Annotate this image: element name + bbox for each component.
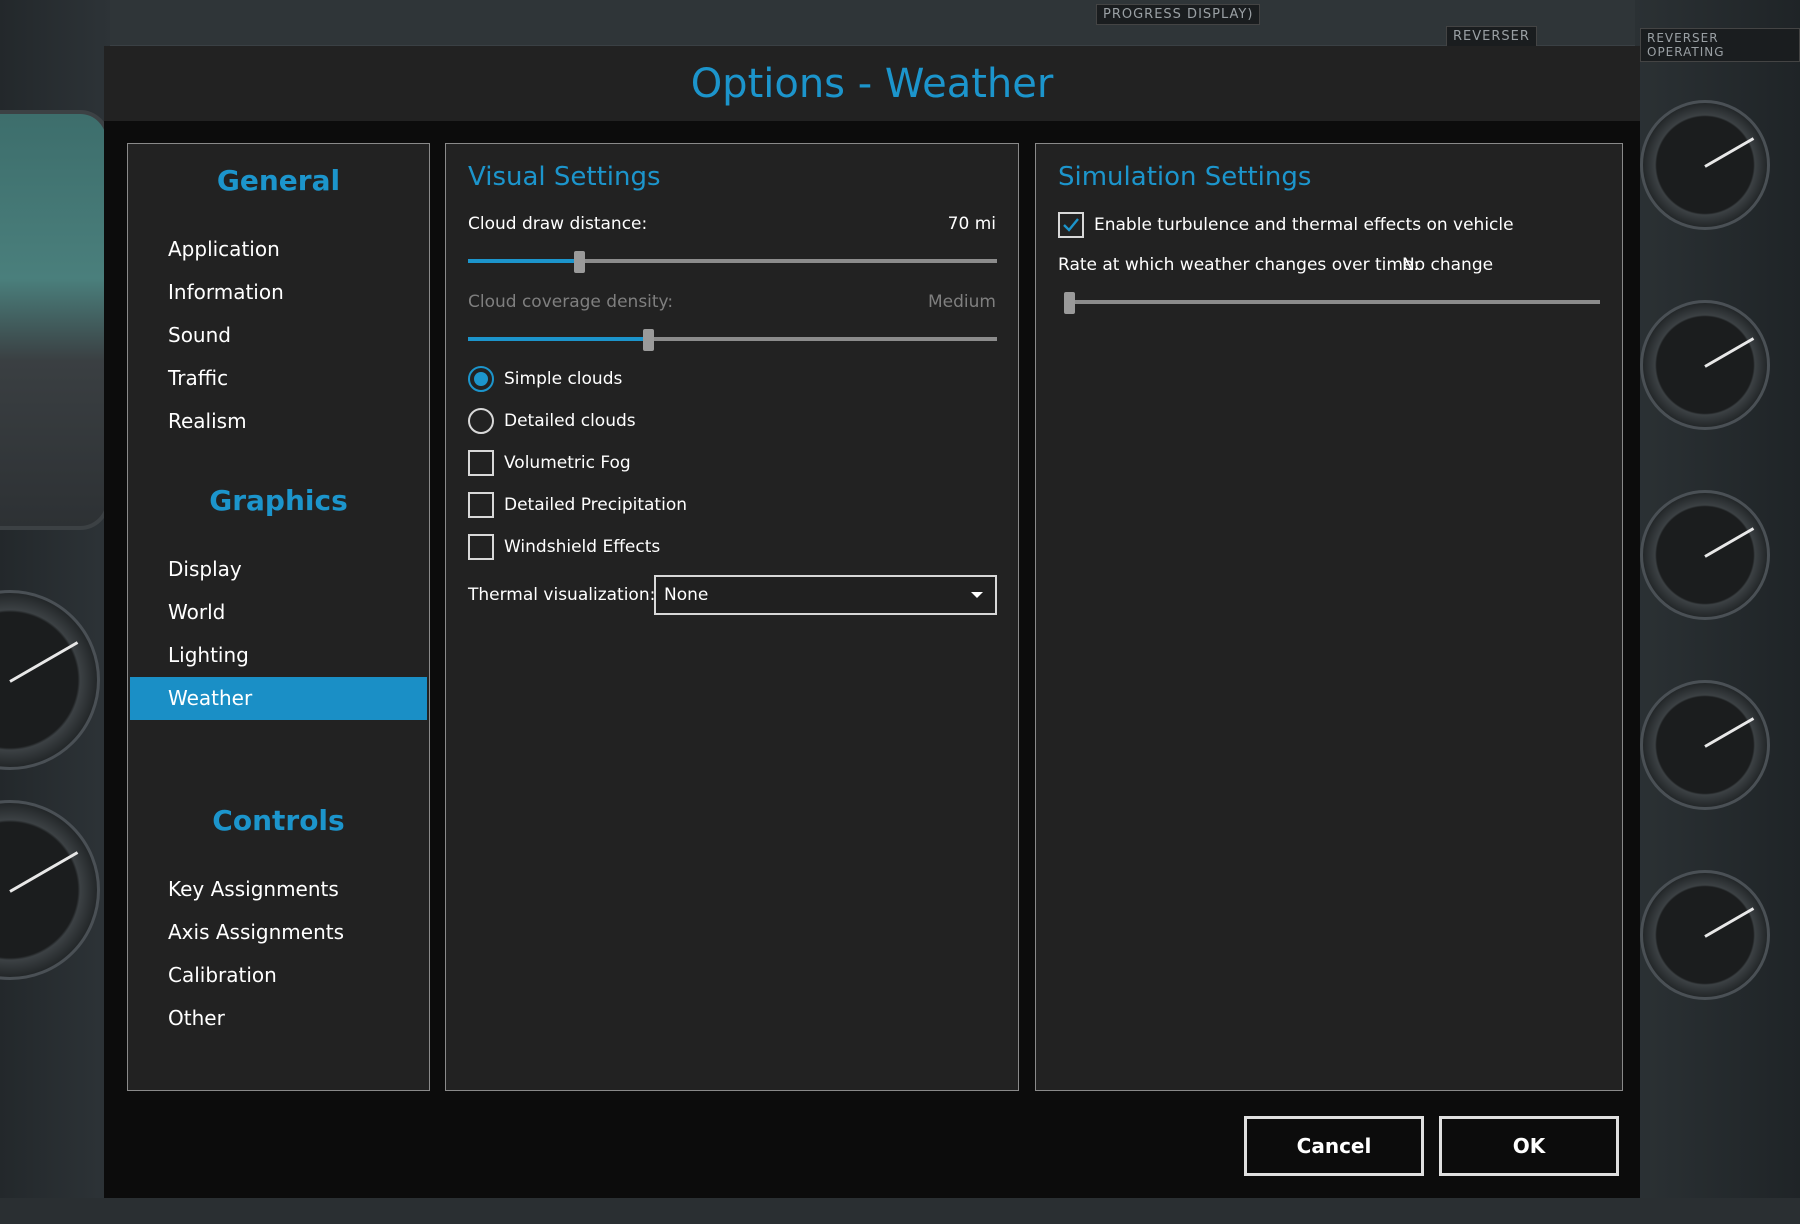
ok-button[interactable]: OK	[1439, 1116, 1619, 1176]
checkmark-icon	[1063, 218, 1079, 232]
reverser-plate: REVERSER	[1446, 26, 1537, 47]
progress-display-plate: PROGRESS DISPLAY)	[1096, 4, 1261, 25]
chevron-down-icon	[971, 592, 983, 598]
n2-gauge-icon	[1640, 680, 1770, 810]
nav-item-realism[interactable]: Realism	[130, 400, 427, 443]
weather-change-rate-slider[interactable]	[1064, 292, 1600, 314]
pressure-ratio-gauge-icon	[1640, 100, 1770, 230]
visual-settings-title: Visual Settings	[468, 162, 661, 192]
cloud-coverage-density-label: Cloud coverage density:	[468, 292, 674, 312]
dialog-title: Options - Weather	[104, 46, 1640, 121]
thermal-visualization-value: None	[664, 585, 709, 605]
nav-item-information[interactable]: Information	[130, 271, 427, 314]
nav-item-axis-assignments[interactable]: Axis Assignments	[130, 911, 427, 954]
cloud-coverage-density-slider[interactable]	[468, 329, 997, 351]
slider-thumb[interactable]	[1064, 292, 1075, 314]
slider-fill	[468, 259, 580, 263]
slider-fill	[468, 337, 648, 341]
nav-heading-general: General	[216, 164, 341, 197]
turbulence-label: Enable turbulence and thermal effects on…	[1094, 215, 1514, 235]
weather-change-rate-label: Rate at which weather changes over time:	[1058, 255, 1420, 275]
simple-clouds-radio[interactable]	[468, 366, 494, 392]
cloud-draw-distance-value: 70 mi	[947, 214, 996, 234]
fuel-flow-gauge-icon	[1640, 870, 1770, 1000]
nav-item-key-assignments[interactable]: Key Assignments	[130, 868, 427, 911]
nav-item-world[interactable]: World	[130, 591, 427, 634]
windshield-effects-checkbox[interactable]	[468, 534, 494, 560]
exh-temp-gauge-icon	[1640, 490, 1770, 620]
nav-item-lighting[interactable]: Lighting	[130, 634, 427, 677]
cloud-coverage-density-value: Medium	[928, 292, 996, 312]
thermal-visualization-label: Thermal visualization:	[468, 585, 656, 605]
reverser-operating-plate: REVERSER OPERATING	[1640, 28, 1800, 62]
nav-item-weather[interactable]: Weather	[130, 677, 427, 720]
cloud-draw-distance-slider[interactable]	[468, 251, 997, 273]
weather-change-rate-value: No change	[1402, 255, 1494, 275]
slider-track	[1064, 300, 1600, 304]
n1-gauge-icon	[1640, 300, 1770, 430]
detailed-precipitation-checkbox[interactable]	[468, 492, 494, 518]
nav-item-other[interactable]: Other	[130, 997, 427, 1040]
turbulence-checkbox[interactable]	[1058, 212, 1084, 238]
simple-clouds-label: Simple clouds	[504, 369, 623, 389]
cockpit-bottom-strip	[0, 1198, 1800, 1224]
nav-item-calibration[interactable]: Calibration	[130, 954, 427, 997]
detailed-clouds-label: Detailed clouds	[504, 411, 636, 431]
simulation-settings-panel: Simulation Settings Enable turbulence an…	[1035, 143, 1623, 1091]
nav-item-traffic[interactable]: Traffic	[130, 357, 427, 400]
thermal-visualization-select[interactable]: None	[654, 575, 997, 615]
detailed-clouds-radio[interactable]	[468, 408, 494, 434]
volumetric-fog-label: Volumetric Fog	[504, 453, 631, 473]
attitude-indicator	[0, 110, 110, 530]
nav-panel: General Application Information Sound Tr…	[127, 143, 430, 1091]
options-dialog: Options - Weather General Application In…	[104, 46, 1640, 1198]
volumetric-fog-checkbox[interactable]	[468, 450, 494, 476]
simulation-settings-title: Simulation Settings	[1058, 162, 1312, 192]
slider-thumb[interactable]	[574, 251, 586, 273]
cancel-button[interactable]: Cancel	[1244, 1116, 1424, 1176]
windshield-effects-label: Windshield Effects	[504, 537, 661, 557]
nav-item-sound[interactable]: Sound	[130, 314, 427, 357]
nav-item-display[interactable]: Display	[130, 548, 427, 591]
detailed-precipitation-label: Detailed Precipitation	[504, 495, 687, 515]
nav-heading-controls: Controls	[212, 804, 345, 837]
cloud-draw-distance-label: Cloud draw distance:	[468, 214, 648, 234]
nav-heading-graphics: Graphics	[209, 484, 348, 517]
nav-item-application[interactable]: Application	[130, 228, 427, 271]
visual-settings-panel: Visual Settings Cloud draw distance: 70 …	[445, 143, 1019, 1091]
slider-thumb[interactable]	[642, 329, 654, 351]
